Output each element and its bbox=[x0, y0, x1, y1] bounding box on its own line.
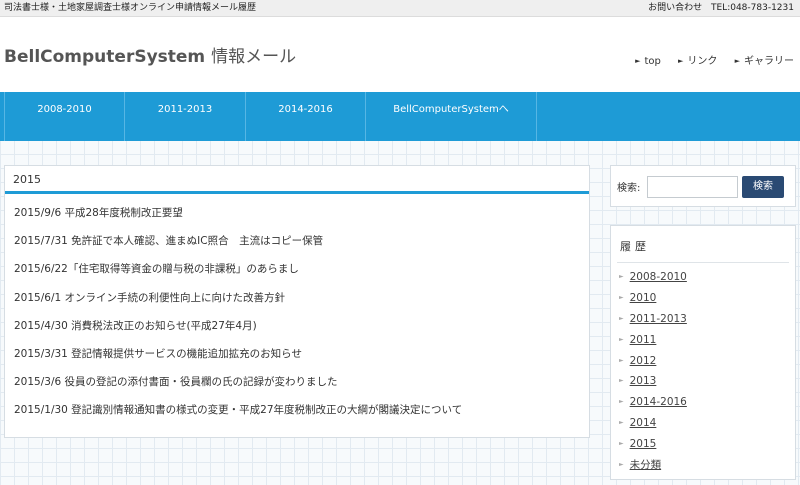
archive-link[interactable]: 未分類 bbox=[630, 459, 662, 471]
archive-link[interactable]: 2013 bbox=[630, 375, 657, 387]
archive-item[interactable]: ► 2014 bbox=[619, 414, 687, 435]
site-header: BellComputerSystem 情報メール ► top ► リンク ► ギャラリー bbox=[0, 17, 800, 92]
archive-divider bbox=[617, 262, 789, 263]
main-nav: 2008-2010 2011-2013 2014-2016 BellComput… bbox=[0, 92, 800, 141]
archive-item[interactable]: ► 2010 bbox=[619, 289, 687, 310]
archive-link[interactable]: 2015 bbox=[630, 438, 657, 450]
utility-link-gallery[interactable]: ► ギャラリー bbox=[735, 52, 794, 67]
archive-item[interactable]: ► 2015 bbox=[619, 435, 687, 456]
archive-link[interactable]: 2012 bbox=[630, 355, 657, 367]
site-subtitle: 情報メール bbox=[211, 47, 297, 67]
contact-link[interactable]: お問い合わせ bbox=[648, 3, 702, 13]
site-title[interactable]: BellComputerSystem 情報メール bbox=[4, 42, 296, 67]
archive-link[interactable]: 2008-2010 bbox=[630, 271, 687, 283]
utility-link-label: リンク bbox=[687, 56, 718, 67]
archive-item[interactable]: ► 2011 bbox=[619, 331, 687, 352]
search-input[interactable] bbox=[647, 176, 738, 198]
search-label: 検索: bbox=[617, 183, 641, 194]
top-info-bar: 司法書士様・土地家屋調査士様オンライン申請情報メール履歴 お問い合わせ TEL:… bbox=[0, 0, 800, 17]
archive-link[interactable]: 2014-2016 bbox=[630, 396, 687, 408]
nav-item-2014-2016[interactable]: 2014-2016 bbox=[245, 92, 365, 141]
post-link[interactable]: 2015/6/22「住宅取得等資金の贈与税の非課税」のあらまし bbox=[5, 260, 589, 288]
post-link[interactable]: 2015/3/6 役員の登記の添付書面・役員欄の氏の記録が変わりました bbox=[5, 373, 589, 401]
site-brand: BellComputerSystem bbox=[4, 47, 206, 67]
chevron-right-icon: ► bbox=[678, 57, 684, 65]
nav-item-2011-2013[interactable]: 2011-2013 bbox=[124, 92, 245, 141]
chevron-right-icon: ► bbox=[619, 335, 624, 343]
archive-item[interactable]: ► 2011-2013 bbox=[619, 310, 687, 331]
utility-link-label: ギャラリー bbox=[744, 56, 794, 67]
chevron-right-icon: ► bbox=[619, 314, 624, 322]
archive-link[interactable]: 2014 bbox=[630, 417, 657, 429]
post-link[interactable]: 2015/7/31 免許証で本人確認、進まぬIC照合 主流はコピー保管 bbox=[5, 232, 589, 260]
utility-link-label: top bbox=[644, 56, 661, 67]
archive-item[interactable]: ► 2012 bbox=[619, 352, 687, 373]
chevron-right-icon: ► bbox=[619, 377, 624, 385]
search-widget: 検索: 検索 bbox=[610, 165, 796, 207]
nav-item-bellcomputersystem[interactable]: BellComputerSystemへ bbox=[365, 92, 537, 141]
contact-area: お問い合わせ TEL:048-783-1231 bbox=[642, 0, 794, 16]
chevron-right-icon: ► bbox=[619, 293, 624, 301]
archive-widget: 履歴 ► 2008-2010 ► 2010 ► 2011-2013 ► 2011 ► 20… bbox=[610, 225, 796, 480]
archive-item[interactable]: ► 2008-2010 bbox=[619, 268, 687, 289]
archive-link[interactable]: 2010 bbox=[630, 292, 657, 304]
utility-link-links[interactable]: ► リンク bbox=[678, 52, 717, 67]
post-link[interactable]: 2015/9/6 平成28年度税制改正要望 bbox=[5, 204, 589, 232]
phone-number: TEL:048-783-1231 bbox=[711, 3, 794, 13]
chevron-right-icon: ► bbox=[635, 57, 641, 65]
chevron-right-icon: ► bbox=[619, 419, 624, 427]
search-button[interactable]: 検索 bbox=[742, 176, 784, 198]
site-description: 司法書士様・土地家屋調査士様オンライン申請情報メール履歴 bbox=[4, 3, 257, 13]
archive-item[interactable]: ► 2014-2016 bbox=[619, 393, 687, 414]
post-link[interactable]: 2015/6/1 オンライン手続の利便性向上に向けた改善方針 bbox=[5, 289, 589, 317]
category-heading: 2015 bbox=[5, 166, 589, 194]
chevron-right-icon: ► bbox=[619, 461, 624, 469]
post-list-panel: 2015 2015/9/6 平成28年度税制改正要望 2015/7/31 免許証… bbox=[4, 165, 590, 438]
utility-link-top[interactable]: ► top bbox=[635, 56, 661, 67]
post-link[interactable]: 2015/3/31 登記情報提供サービスの機能追加拡充のお知らせ bbox=[5, 345, 589, 373]
chevron-right-icon: ► bbox=[734, 57, 740, 65]
archive-title: 履歴 bbox=[620, 240, 650, 253]
nav-item-2008-2010[interactable]: 2008-2010 bbox=[4, 92, 124, 141]
archive-list: ► 2008-2010 ► 2010 ► 2011-2013 ► 2011 ► 2012 … bbox=[619, 268, 687, 477]
post-link[interactable]: 2015/4/30 消費税法改正のお知らせ(平成27年4月) bbox=[5, 317, 589, 345]
archive-link[interactable]: 2011-2013 bbox=[630, 313, 687, 325]
archive-link[interactable]: 2011 bbox=[630, 334, 657, 346]
post-list: 2015/9/6 平成28年度税制改正要望 2015/7/31 免許証で本人確認… bbox=[5, 194, 589, 430]
archive-item[interactable]: ► 2013 bbox=[619, 372, 687, 393]
archive-item[interactable]: ► 未分類 bbox=[619, 456, 687, 477]
chevron-right-icon: ► bbox=[619, 398, 624, 406]
utility-links: ► top ► リンク ► ギャラリー bbox=[621, 52, 794, 67]
chevron-right-icon: ► bbox=[619, 440, 624, 448]
chevron-right-icon: ► bbox=[619, 356, 624, 364]
chevron-right-icon: ► bbox=[619, 273, 624, 280]
post-link[interactable]: 2015/1/30 登記識別情報通知書の様式の変更・平成27年度税制改正の大綱が… bbox=[5, 401, 589, 429]
